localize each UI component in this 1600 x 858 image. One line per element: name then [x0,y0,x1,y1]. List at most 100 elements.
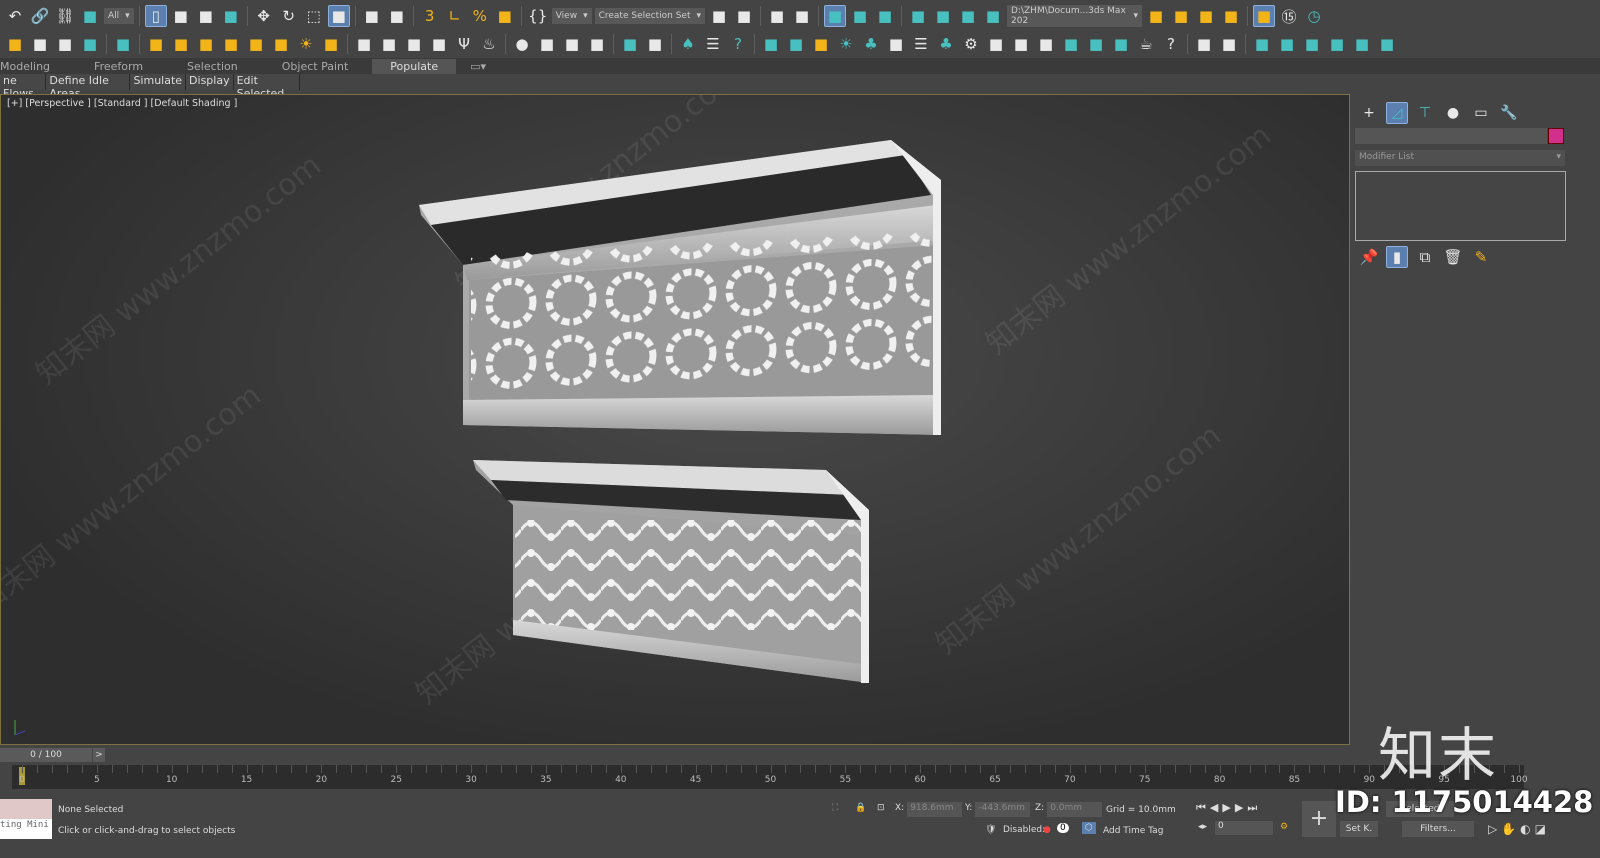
go-to-start-icon[interactable]: ⏮ [1196,801,1210,814]
sphere-lights-icon[interactable]: ■ [4,33,26,55]
bulb-icon[interactable]: ■ [270,33,292,55]
grid-icon[interactable]: ■ [1110,33,1132,55]
add-cam-icon[interactable]: ■ [785,33,807,55]
play-icon[interactable]: ▶ [1222,801,1234,814]
dome-light-icon[interactable]: ■ [170,33,192,55]
tree2-icon[interactable]: ♣ [935,33,957,55]
sunlight-icon[interactable]: ■ [320,33,342,55]
absolute-mode-icon[interactable]: ⊡ [877,803,885,813]
tab-object-paint[interactable]: Object Paint [252,60,363,73]
dot-icon[interactable]: ■ [1376,33,1398,55]
time-tag-icon[interactable]: ⬡ [1082,822,1096,834]
add-time-tag-button[interactable]: Add Time Tag [1103,826,1163,836]
multi-material-icon[interactable]: ■ [536,33,558,55]
time-config-icon[interactable]: ⚙ [1280,822,1288,832]
fur-icon[interactable]: ■ [403,33,425,55]
perspective-viewport[interactable]: 知末网 www.znzmo.com 知末网 www.znzmo.com 知末网 ww… [0,94,1350,745]
cornice-moulding-wreath[interactable] [419,140,941,435]
edit-named-sets-icon[interactable]: {} [527,5,549,27]
ribbon-edit-selected-button[interactable]: Edit Selected [233,74,300,100]
render-icon[interactable]: ■ [982,5,1004,27]
material-sphere-icon[interactable]: ● [511,33,533,55]
render-frame-icon[interactable]: ■ [957,5,979,27]
modify-tab-icon[interactable]: ◿ [1386,102,1408,124]
z-coord-field[interactable]: 0.0mm [1047,802,1103,817]
ies-light-icon[interactable]: ■ [220,33,242,55]
angle-snap-icon[interactable]: ∟ [444,5,466,27]
current-frame-field[interactable]: 0 [1215,821,1273,835]
vray-icon[interactable]: ■ [644,33,666,55]
fire-icon[interactable]: ♨ [478,33,500,55]
x-coord-field[interactable]: 918.6mm [907,802,963,817]
list2-icon[interactable]: ☰ [910,33,932,55]
time-icon[interactable]: ◷ [1303,5,1325,27]
set-key-button[interactable]: Set K. [1340,821,1378,837]
scale-icon[interactable]: ⬚ [303,5,325,27]
curve-editor-icon[interactable]: ■ [849,5,871,27]
forest-icon[interactable]: ♠ [677,33,699,55]
camera-film-icon[interactable]: ■ [112,33,134,55]
disabled-count[interactable]: 0 [1057,823,1069,833]
key-filters-button[interactable]: Filters... [1402,821,1474,837]
link-icon[interactable]: 🔗 [29,5,51,27]
maxscript-mini-listener[interactable]: ting Mini [0,799,52,839]
mirror-icon[interactable]: ■ [708,5,730,27]
modifier-list-dropdown[interactable]: Modifier List ▾ [1355,150,1565,166]
person-icon[interactable]: ■ [1326,33,1348,55]
select-object-icon[interactable]: ▯ [144,5,167,27]
light-bulb-icon[interactable]: ■ [810,33,832,55]
material-editor-icon[interactable]: ■ [907,5,929,27]
layer-explorer-icon[interactable]: ■ [791,5,813,27]
box-icon[interactable]: ■ [29,33,51,55]
spinner-snap-icon[interactable]: ■ [494,5,516,27]
export-icon[interactable]: ■ [1220,5,1242,27]
nodes-icon[interactable]: ■ [1193,33,1215,55]
ribbon-simulate-button[interactable]: Simulate [130,74,187,90]
hierarchy-tab-icon[interactable]: ⊤ [1414,102,1436,124]
rotate-icon[interactable]: ↻ [278,5,300,27]
previous-frame-icon[interactable]: ◀ [1210,801,1222,814]
make-unique-icon[interactable]: ⧉ [1414,246,1436,268]
display-tab-icon[interactable]: ▭ [1470,102,1492,124]
ribbon-define-idle-areas-button[interactable]: Define Idle Areas [46,74,131,100]
import-icon[interactable]: ■ [1195,5,1217,27]
motion-tab-icon[interactable]: ● [1442,102,1464,124]
proxy-icon[interactable]: ■ [353,33,375,55]
tab-modeling[interactable]: Modeling [0,60,64,73]
go-to-end-icon[interactable]: ⏭ [1247,801,1261,814]
palette2-icon[interactable]: ■ [1010,33,1032,55]
object-name-field[interactable] [1355,128,1547,144]
gear-icon[interactable]: ⚙ [960,33,982,55]
adaptive-degradation-icon[interactable]: 🛡 [985,825,996,835]
key-mode-icon[interactable]: ◂▸ [1198,822,1207,832]
time-slider[interactable]: 0 / 100 [0,748,92,762]
sphere-light-icon[interactable]: ■ [195,33,217,55]
object-color-swatch[interactable] [1548,128,1564,144]
sphere2-icon[interactable]: ■ [985,33,1007,55]
render-cam-icon[interactable]: ■ [760,33,782,55]
set-key-mode-button[interactable]: + [1302,801,1336,837]
grass-icon[interactable]: Ψ [453,33,475,55]
utilities-tab-icon[interactable]: 🔧 [1498,102,1520,124]
undo-icon[interactable]: ↶ [4,5,26,27]
save-icon[interactable]: ■ [1170,5,1192,27]
autosave-icon[interactable]: ■ [1253,5,1276,27]
mirror-pivot-icon[interactable]: ■ [361,5,383,27]
isolate-selection-icon[interactable]: ⛶ [832,803,838,813]
schematic-icon[interactable]: ■ [874,5,896,27]
ribbon-icon[interactable]: ■ [824,5,847,27]
b-icon[interactable]: ■ [1301,33,1323,55]
ribbon-display-button[interactable]: Display [186,74,234,90]
remove-modifier-icon[interactable]: 🗑 [1442,246,1464,268]
selection-filter-dropdown[interactable]: All ▾ [104,8,134,24]
target-icon[interactable]: ■ [1218,33,1240,55]
sun2-icon[interactable]: ☀ [835,33,857,55]
next-frame-icon[interactable]: ▶ [1235,801,1247,814]
placement-icon[interactable]: ■ [327,5,350,27]
selection-lock-icon[interactable]: 🔒 [855,803,866,813]
window-icon[interactable]: ■ [1060,33,1082,55]
y-coord-field[interactable]: -443.6mm [975,802,1031,817]
render-setup-icon[interactable]: ■ [932,5,954,27]
mesh-clipper-icon[interactable]: ■ [378,33,400,55]
window-crossing-icon[interactable]: ■ [220,5,242,27]
